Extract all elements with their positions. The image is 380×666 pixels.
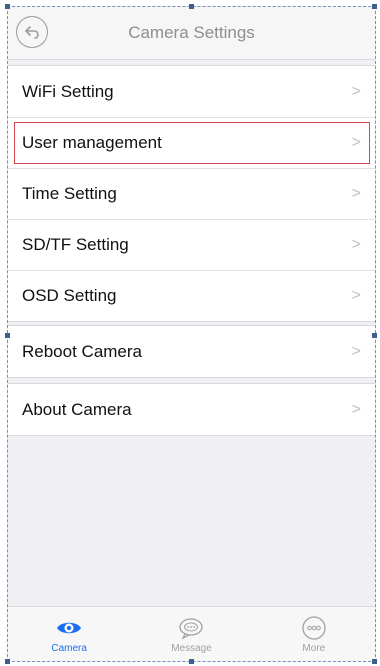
chevron-right-icon: > [351,82,361,100]
selection-handle[interactable] [5,659,10,664]
settings-item-label: WiFi Setting [22,81,114,101]
selection-handle[interactable] [372,659,377,664]
chevron-right-icon: > [351,287,361,304]
settings-item-osd[interactable]: OSD Setting > [8,270,375,321]
settings-item-user-management[interactable]: User management > [8,117,375,168]
settings-item-reboot-camera[interactable]: Reboot Camera > [8,326,375,377]
selection-handle[interactable] [5,333,10,338]
tab-label: Camera [51,642,87,654]
reboot-group: Reboot Camera > [8,325,375,378]
settings-item-about-camera[interactable]: About Camera > [8,384,375,435]
back-arrow-icon [25,26,39,39]
chevron-right-icon: > [351,236,361,253]
chevron-right-icon: > [351,400,361,418]
tab-label: Message [171,642,212,654]
page-title: Camera Settings [128,23,255,42]
chevron-right-icon: > [351,134,361,151]
tab-message[interactable]: Message [151,615,231,654]
settings-item-label: Time Setting [22,184,117,203]
more-dots-icon [302,615,326,640]
settings-item-sd-tf[interactable]: SD/TF Setting > [8,219,375,270]
settings-item-label: OSD Setting [22,286,117,305]
selection-handle[interactable] [372,4,377,9]
tab-bar: Camera Message More [8,606,375,661]
tab-label: More [302,642,326,654]
tab-camera[interactable]: Camera [29,615,109,654]
back-button[interactable] [16,16,48,48]
settings-item-label: Reboot Camera [22,341,143,361]
chevron-right-icon: > [351,342,361,360]
navigation-header: Camera Settings [8,7,375,60]
eye-icon [57,622,82,633]
settings-item-wifi[interactable]: WiFi Setting > [8,66,375,117]
settings-item-label: About Camera [22,399,132,419]
chat-bubble-icon [179,617,204,639]
selection-handle[interactable] [5,4,10,9]
settings-group: WiFi Setting > User management > Time Se… [8,65,375,322]
about-group: About Camera > [8,383,375,436]
selection-handle[interactable] [189,4,194,9]
settings-item-label: SD/TF Setting [22,235,129,254]
settings-item-label: User management [22,133,162,152]
selection-handle[interactable] [189,659,194,664]
app-screen: Camera Settings WiFi Setting > User mana… [7,6,376,662]
chevron-right-icon: > [351,185,361,202]
tab-more[interactable]: More [274,615,354,654]
selection-handle[interactable] [372,333,377,338]
settings-item-time[interactable]: Time Setting > [8,168,375,219]
